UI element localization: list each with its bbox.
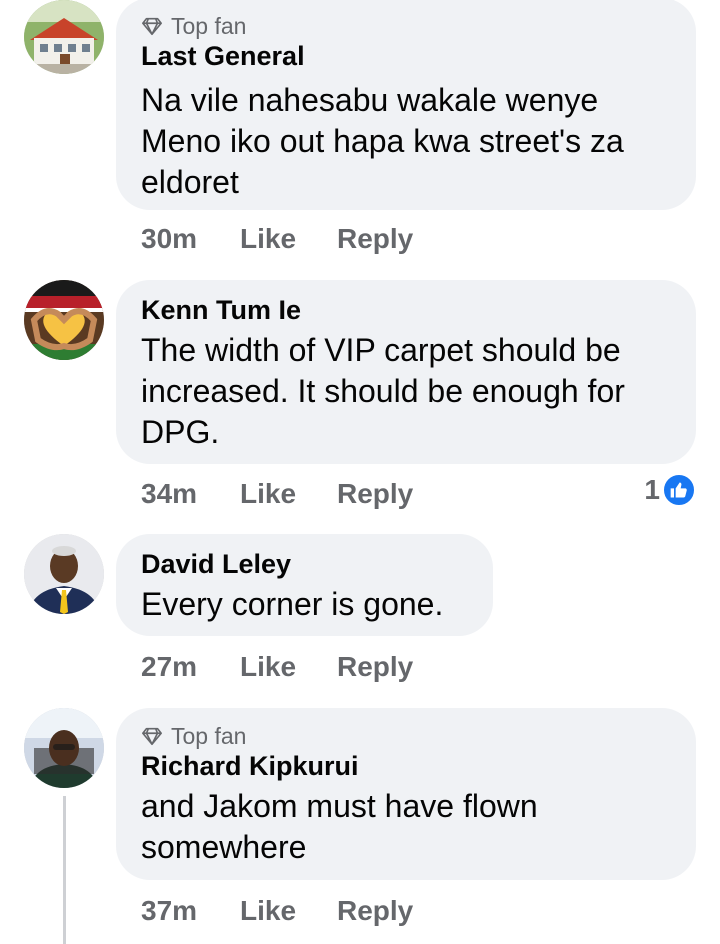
heart-hands-avatar-image (24, 280, 104, 360)
timestamp[interactable]: 27m (141, 650, 240, 684)
comment-bubble: David Leley Every corner is gone. (116, 534, 493, 636)
like-button[interactable]: Like (240, 222, 337, 256)
reply-button[interactable]: Reply (337, 650, 413, 684)
like-reaction-badge (662, 473, 696, 507)
badge-label: Top fan (171, 723, 247, 749)
author-name[interactable]: Kenn Tum Ie (141, 294, 670, 326)
comment-text-line: somewhere (141, 829, 307, 865)
comment-text-line: The width of VIP carpet should be (141, 332, 621, 368)
comments-feed: Top fan Last General Na vile nahesabu wa… (0, 0, 720, 944)
like-button[interactable]: Like (240, 894, 337, 928)
portrait-avatar-image (24, 708, 104, 788)
timestamp[interactable]: 34m (141, 477, 240, 511)
reply-thread-line (63, 796, 66, 944)
comment-text-line: increased. It should be enough for (141, 373, 625, 409)
avatar[interactable] (24, 708, 104, 788)
comment-actions: 27m Like Reply (141, 650, 413, 684)
badge-label: Top fan (171, 13, 247, 39)
avatar[interactable] (24, 0, 104, 74)
timestamp[interactable]: 30m (141, 222, 240, 256)
author-name[interactable]: Richard Kipkurui (141, 750, 670, 782)
reply-button[interactable]: Reply (337, 222, 413, 256)
diamond-icon (142, 727, 162, 746)
comment-text-line: and Jakom must have flown (141, 788, 538, 824)
comment-actions: 34m Like Reply (141, 477, 413, 511)
comment-bubble: Kenn Tum Ie The width of VIP carpet shou… (116, 280, 696, 464)
comment-text-line: Na vile nahesabu wakale wenye (141, 82, 599, 118)
avatar[interactable] (24, 534, 104, 614)
comment-bubble: Top fan Richard Kipkurui and Jakom must … (116, 708, 696, 880)
reaction-summary[interactable]: 1 (644, 473, 696, 507)
reply-button[interactable]: Reply (337, 894, 413, 928)
like-button[interactable]: Like (240, 650, 337, 684)
author-name[interactable]: David Leley (141, 548, 467, 580)
diamond-icon (142, 17, 162, 36)
author-name[interactable]: Last General (141, 40, 670, 72)
portrait-avatar-image (24, 534, 104, 614)
avatar[interactable] (24, 280, 104, 360)
comment-text-line: Meno iko out hapa kwa street's za (141, 123, 624, 159)
top-fan-badge[interactable]: Top fan (141, 722, 670, 750)
reply-button[interactable]: Reply (337, 477, 413, 511)
like-button[interactable]: Like (240, 477, 337, 511)
comment-actions: 30m Like Reply (141, 222, 413, 256)
comment-text-line: Every corner is gone. (141, 586, 444, 622)
comment-bubble: Top fan Last General Na vile nahesabu wa… (116, 0, 696, 210)
reaction-count: 1 (644, 474, 660, 505)
timestamp[interactable]: 37m (141, 894, 240, 928)
comment-actions: 37m Like Reply (141, 894, 413, 928)
top-fan-badge[interactable]: Top fan (141, 12, 670, 40)
like-icon (670, 482, 687, 498)
comment-text-line: eldoret (141, 164, 239, 200)
house-avatar-image (24, 0, 104, 74)
comment-text-line: DPG. (141, 414, 220, 450)
